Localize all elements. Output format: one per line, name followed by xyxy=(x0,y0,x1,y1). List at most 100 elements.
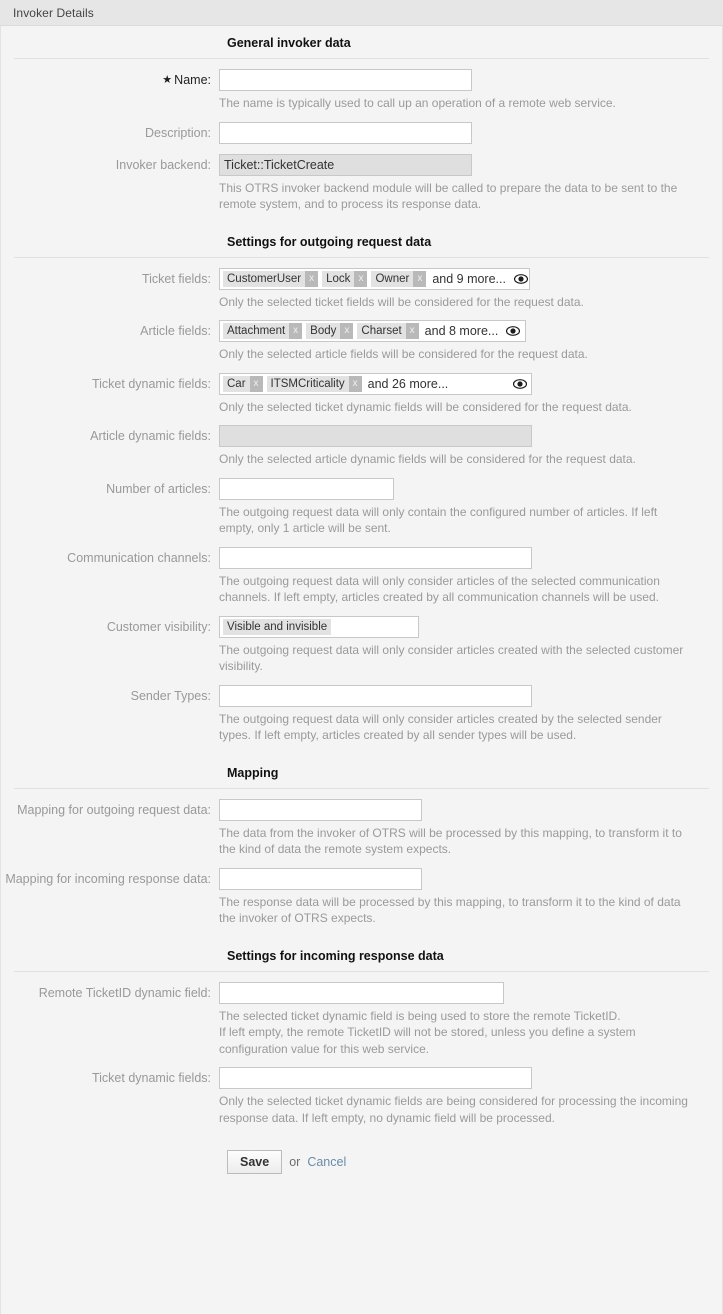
chip-label: Charset xyxy=(361,325,402,337)
label-customer-visibility: Customer visibility: xyxy=(106,619,211,634)
chip-remove-icon[interactable]: x xyxy=(289,323,303,339)
widget-header: Invoker Details xyxy=(0,0,723,26)
section-title-incoming: Settings for incoming response data xyxy=(227,948,444,963)
chip[interactable]: Attachment x xyxy=(223,323,303,339)
field-row-customer-visibility: Customer visibility: Visible and invisib… xyxy=(1,606,722,675)
label-mapping-incoming: Mapping for incoming response data: xyxy=(5,871,211,886)
form-actions: Save or Cancel xyxy=(1,1126,722,1174)
chip-label: Body xyxy=(310,325,337,337)
label-mapping-outgoing: Mapping for outgoing request data: xyxy=(17,802,211,817)
hint-mapping-incoming: The response data will be processed by t… xyxy=(219,894,681,926)
chip-remove-icon[interactable]: x xyxy=(348,375,362,392)
chip-label: Attachment xyxy=(227,325,286,337)
chip[interactable]: Body x xyxy=(306,323,354,339)
sender-types-input[interactable] xyxy=(219,684,532,707)
eye-icon[interactable] xyxy=(513,273,528,284)
ticket-dynamic-fields-multiselect[interactable]: Car x ITSMCriticality x and 26 more... xyxy=(219,372,532,395)
field-row-article-fields: Article fields: Attachment x Body x Char… xyxy=(1,310,722,363)
name-input[interactable] xyxy=(219,69,472,91)
chip[interactable]: Lock x xyxy=(322,270,368,287)
chip-label: Visible and invisible xyxy=(223,618,332,635)
chip[interactable]: Charset x xyxy=(357,323,419,339)
section-mapping: Mapping xyxy=(1,744,722,789)
label-number-of-articles: Number of articles: xyxy=(106,481,211,496)
field-row-description: Description: xyxy=(1,112,722,144)
field-row-remote-ticketid-dynamic-field: Remote TicketID dynamic field: The selec… xyxy=(1,972,722,1058)
eye-icon[interactable] xyxy=(506,326,521,336)
label-sender-types: Sender Types: xyxy=(130,688,211,703)
field-row-name: ★ Name: The name is typically used to cal… xyxy=(1,59,722,112)
label-ticket-fields: Ticket fields: xyxy=(141,271,211,286)
hint-response-ticket-dynamic-fields: Only the selected ticket dynamic fields … xyxy=(219,1094,688,1125)
chip-label: Owner xyxy=(375,272,410,285)
article-dynamic-fields-input xyxy=(219,425,532,447)
label-description: Description: xyxy=(145,125,211,140)
chip-remove-icon[interactable]: x xyxy=(305,270,319,287)
invoker-backend-input xyxy=(219,153,472,176)
mapping-outgoing-input[interactable] xyxy=(219,798,422,821)
field-row-mapping-incoming: Mapping for incoming response data: The … xyxy=(1,858,722,927)
hint-ticket-dynamic-fields: Only the selected ticket dynamic fields … xyxy=(219,399,632,414)
mapping-incoming-input[interactable] xyxy=(219,867,422,890)
field-row-article-dynamic-fields: Article dynamic fields: Only the selecte… xyxy=(1,415,722,468)
section-outgoing-request-data: Settings for outgoing request data xyxy=(1,213,722,258)
label-remote-ticketid-dynamic-field: Remote TicketID dynamic field: xyxy=(38,985,211,1000)
cancel-link[interactable]: Cancel xyxy=(307,1155,346,1169)
chip-remove-icon[interactable]: x xyxy=(249,375,263,392)
hint-article-fields: Only the selected article fields will be… xyxy=(219,347,588,361)
field-row-invoker-backend: Invoker backend: This OTRS invoker backe… xyxy=(1,144,722,213)
description-input[interactable] xyxy=(219,121,472,144)
label-response-ticket-dynamic-fields: Ticket dynamic fields: xyxy=(91,1071,211,1085)
field-row-ticket-fields: Ticket fields: CustomerUser x Lock x Own… xyxy=(1,258,722,311)
chip-remove-icon[interactable]: x xyxy=(340,323,354,339)
field-row-response-ticket-dynamic-fields: Ticket dynamic fields: Only the selected… xyxy=(1,1057,722,1126)
hint-remote-ticketid-dynamic-field: The selected ticket dynamic field is bei… xyxy=(219,1008,636,1056)
more-count-label: and 9 more... xyxy=(432,271,506,286)
hint-communication-channels: The outgoing request data will only cons… xyxy=(219,573,660,605)
response-ticket-dynamic-fields-input[interactable] xyxy=(219,1067,532,1089)
chip-label: CustomerUser xyxy=(227,272,302,285)
section-incoming-response-data: Settings for incoming response data xyxy=(1,927,722,972)
chip[interactable]: Owner x xyxy=(371,270,427,287)
chip-label: Car xyxy=(227,377,246,390)
chip[interactable]: ITSMCriticality x xyxy=(266,375,362,392)
field-row-sender-types: Sender Types: The outgoing request data … xyxy=(1,675,722,744)
chip-remove-icon[interactable]: x xyxy=(405,323,419,339)
or-separator-label: or xyxy=(289,1155,301,1169)
label-invoker-backend: Invoker backend: xyxy=(115,157,211,172)
number-of-articles-input[interactable] xyxy=(219,477,394,500)
chip[interactable]: Car x xyxy=(223,375,263,392)
ticket-fields-multiselect[interactable]: CustomerUser x Lock x Owner x and 9 more… xyxy=(219,267,530,290)
field-row-communication-channels: Communication channels: The outgoing req… xyxy=(1,537,722,606)
hint-mapping-outgoing: The data from the invoker of OTRS will b… xyxy=(219,825,682,857)
label-name-text: Name: xyxy=(174,73,211,87)
section-title-outgoing: Settings for outgoing request data xyxy=(227,234,432,249)
customer-visibility-multiselect[interactable]: Visible and invisible xyxy=(219,615,419,638)
label-article-dynamic-fields: Article dynamic fields: xyxy=(90,429,211,443)
hint-customer-visibility: The outgoing request data will only cons… xyxy=(219,642,684,674)
section-title-mapping: Mapping xyxy=(227,765,279,780)
page-title: Invoker Details xyxy=(13,5,94,20)
hint-sender-types: The outgoing request data will only cons… xyxy=(219,711,662,743)
chip-label: Lock xyxy=(326,272,351,285)
remote-ticketid-dynamic-field-input[interactable] xyxy=(219,981,504,1004)
chip[interactable]: CustomerUser x xyxy=(223,270,319,287)
chip-remove-icon[interactable]: x xyxy=(413,270,427,287)
field-row-mapping-outgoing: Mapping for outgoing request data: The d… xyxy=(1,789,722,858)
field-row-number-of-articles: Number of articles: The outgoing request… xyxy=(1,468,722,537)
communication-channels-input[interactable] xyxy=(219,546,532,569)
hint-article-dynamic-fields: Only the selected article dynamic fields… xyxy=(219,452,636,466)
chip-remove-icon[interactable]: x xyxy=(354,270,368,287)
hint-ticket-fields: Only the selected ticket fields will be … xyxy=(219,294,584,309)
eye-icon[interactable] xyxy=(513,378,527,389)
label-name: ★ Name: xyxy=(1,69,219,92)
section-title-general: General invoker data xyxy=(227,36,351,50)
field-row-ticket-dynamic-fields: Ticket dynamic fields: Car x ITSMCritica… xyxy=(1,363,722,416)
invoker-details-panel: General invoker data ★ Name: The name is … xyxy=(0,26,723,1314)
save-button[interactable]: Save xyxy=(227,1150,283,1174)
label-communication-channels: Communication channels: xyxy=(67,550,211,565)
hint-invoker-backend: This OTRS invoker backend module will be… xyxy=(219,180,678,212)
article-fields-multiselect[interactable]: Attachment x Body x Charset x and 8 more… xyxy=(219,320,526,342)
more-count-label: and 8 more... xyxy=(424,324,499,338)
more-count-label: and 26 more... xyxy=(367,376,449,391)
